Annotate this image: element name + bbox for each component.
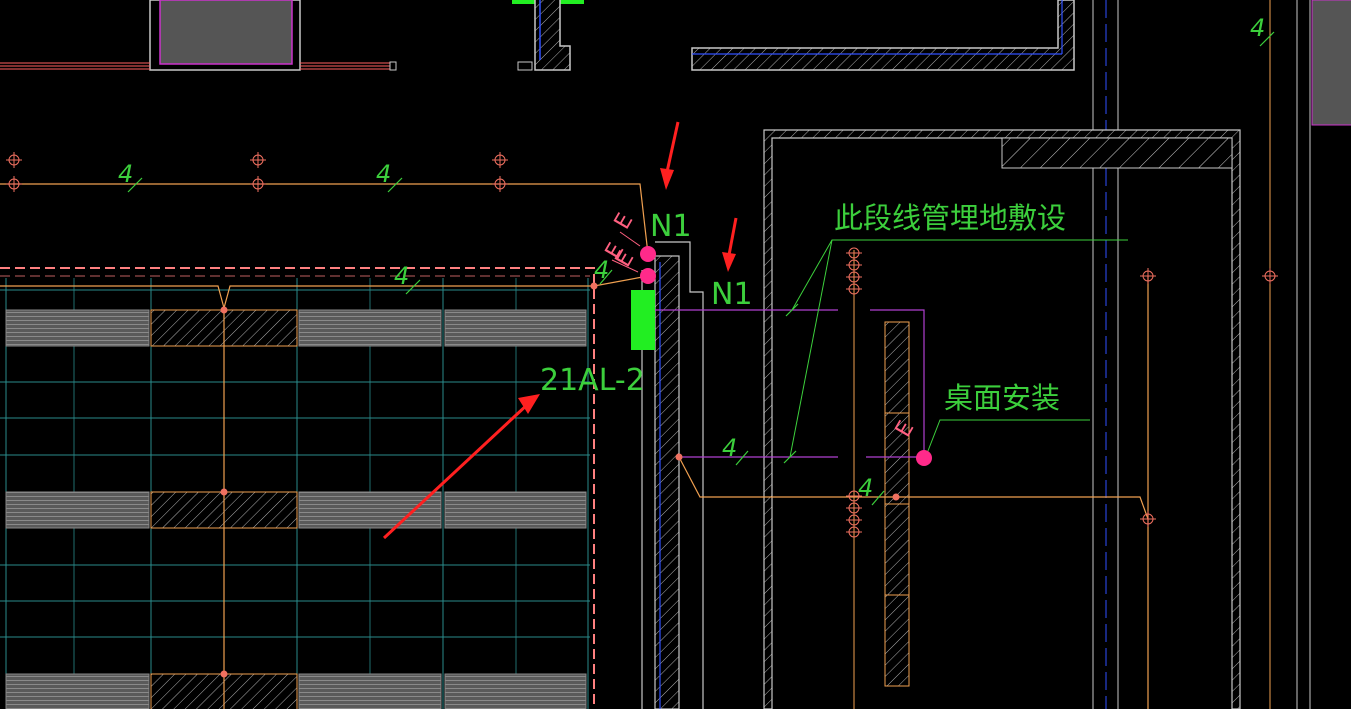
arrow-head-2	[722, 252, 736, 272]
fixture-5	[492, 152, 508, 168]
right-verticals	[1092, 0, 1351, 709]
top-room-fill	[159, 0, 293, 65]
desk-row-2	[5, 491, 587, 529]
wire-count-2: 4	[376, 160, 391, 188]
fixture-2	[6, 176, 22, 192]
conduits	[655, 309, 925, 458]
fixture-9	[1262, 268, 1278, 284]
left-room	[0, 267, 595, 709]
desk-row-3	[5, 673, 587, 709]
fixture-8	[1140, 511, 1156, 527]
leaders	[789, 239, 1128, 458]
wire-count-4: 4	[594, 256, 609, 284]
socket-desk	[916, 450, 932, 466]
wire-count-6: 4	[858, 474, 873, 502]
hatched-wall-top	[691, 0, 1075, 71]
wiring	[0, 183, 1149, 709]
fixture-3	[250, 152, 266, 168]
note-desk-install: 桌面安装	[944, 381, 1060, 415]
wire-count-1: 4	[118, 160, 133, 188]
arrow-head-1	[660, 168, 674, 190]
socket-1	[640, 246, 656, 262]
distribution-panel	[631, 290, 655, 350]
fixture-6	[492, 176, 508, 192]
fixture-1	[6, 152, 22, 168]
fixture-7	[1140, 268, 1156, 284]
room-beam	[1001, 137, 1233, 169]
wire-count-3: 4	[394, 262, 409, 290]
right-room-fill	[1311, 0, 1351, 126]
desk-row-1	[5, 309, 587, 347]
socket-2	[640, 268, 656, 284]
socket-mark-1: E	[610, 209, 639, 234]
cad-drawing: N1 N1 21AL-2 此段线管埋地敷设 桌面安装 4 4 4 4 4 4 4…	[0, 0, 1351, 709]
wire-count-5: 4	[722, 434, 737, 462]
note-underground: 此段线管埋地敷设	[834, 201, 1066, 235]
wire-ticks	[127, 31, 1275, 506]
corridor-wall	[631, 241, 704, 709]
label-circuit: 21AL-2	[540, 363, 645, 398]
fixture-4	[250, 176, 266, 192]
top-structures	[0, 0, 1075, 71]
wire-count-7: 4	[1250, 14, 1265, 42]
label-n1-right: N1	[711, 277, 753, 312]
hatched-wall-center	[654, 255, 680, 709]
label-n1-top: N1	[650, 209, 692, 244]
